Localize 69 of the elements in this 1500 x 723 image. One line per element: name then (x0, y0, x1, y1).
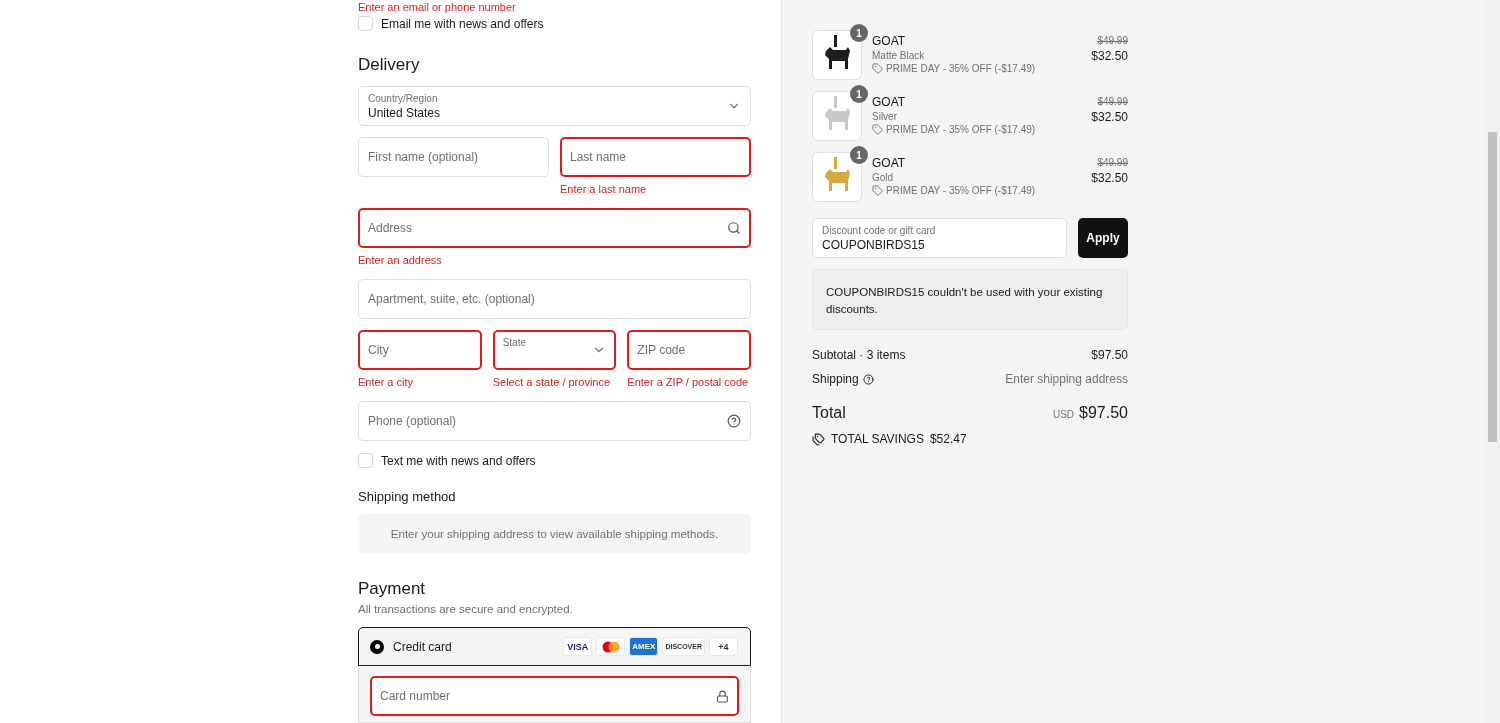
checkbox[interactable] (358, 453, 373, 468)
checkbox-label: Text me with news and offers (381, 453, 536, 468)
quantity-badge: 1 (850, 146, 868, 164)
input-field[interactable]: Phone (optional) (358, 401, 751, 441)
tag-icon (872, 124, 883, 135)
discount-label: PRIME DAY - 35% OFF (-$17.49) (886, 63, 1036, 74)
input-field[interactable]: Discount code or gift card COUPONBIRDS15 (812, 218, 1067, 258)
product-variant: Matte Black (872, 50, 926, 61)
input-field[interactable]: First name (optional) (358, 137, 549, 177)
lock-icon (716, 689, 729, 703)
tag-icon (872, 63, 883, 74)
checkbox-label: Email me with news and offers (381, 16, 544, 31)
product-variant: Silver (872, 111, 898, 122)
select-field[interactable]: Country/Region United States (358, 86, 751, 126)
product-name: GOAT (872, 34, 907, 48)
section-heading: Shipping method (358, 489, 457, 504)
shipping-label: Shipping (812, 372, 859, 386)
help-icon[interactable] (727, 414, 741, 428)
product-name: GOAT (872, 156, 907, 170)
card-brand-logo: AMEX (629, 637, 659, 657)
total-value: $97.50 (1079, 404, 1128, 422)
quantity-badge: 1 (850, 24, 868, 42)
input-field[interactable]: City (358, 330, 482, 370)
help-icon[interactable] (862, 373, 874, 385)
price: $32.50 (1091, 110, 1128, 124)
shipping-value: Enter shipping address (1005, 372, 1128, 386)
currency-code: USD (1052, 409, 1075, 420)
product-name: GOAT (872, 95, 907, 109)
apply-button[interactable]: Apply (1078, 218, 1128, 258)
input-field[interactable]: Card number (370, 676, 739, 716)
input-field[interactable]: Last name (560, 137, 751, 177)
quantity-badge: 1 (850, 85, 868, 103)
discount-label: PRIME DAY - 35% OFF (-$17.49) (886, 124, 1036, 135)
subtotal-label: Subtotal · 3 items (812, 348, 906, 362)
price: $32.50 (1091, 49, 1128, 63)
input-field[interactable]: Apartment, suite, etc. (optional) (358, 279, 751, 319)
error-message: Enter a ZIP / postal code (627, 375, 750, 390)
radio-button[interactable] (370, 639, 384, 654)
input-field[interactable]: ZIP code (627, 330, 751, 370)
total-label: Total (812, 404, 846, 422)
error-message: Enter an address (358, 253, 443, 268)
error-message: Enter a city (358, 375, 415, 390)
price: $32.50 (1091, 171, 1128, 185)
discount-label: PRIME DAY - 35% OFF (-$17.49) (886, 185, 1036, 196)
card-brand-logo: VISA (563, 637, 593, 657)
original-price: $49.99 (1097, 35, 1128, 46)
savings-label: TOTAL SAVINGS (831, 432, 924, 446)
card-brand-logo (596, 637, 626, 657)
tag-icon (872, 185, 883, 196)
original-price: $49.99 (1097, 96, 1128, 107)
input-field[interactable]: Address (358, 208, 751, 248)
payment-subtitle: All transactions are secure and encrypted. (358, 603, 574, 616)
section-heading: Payment (358, 579, 427, 600)
search-icon (727, 221, 741, 235)
subtotal-value: $97.50 (1091, 348, 1128, 362)
discount-notice: COUPONBIRDS15 couldn't be used with your existing discounts. (812, 269, 1128, 330)
error-message: Enter a last name (560, 182, 648, 197)
tags-icon (812, 432, 825, 446)
scrollbar-thumb[interactable] (1488, 132, 1497, 442)
error-message: Enter an email or phone number (358, 0, 517, 15)
error-message: Select a state / province (492, 375, 612, 390)
select-field[interactable]: State (492, 330, 617, 370)
checkbox[interactable] (358, 16, 373, 31)
section-heading: Delivery (358, 55, 421, 75)
shipping-notice: Enter your shipping address to view available shipping methods. (358, 514, 751, 555)
product-variant: Gold (872, 172, 895, 183)
card-brand-logo: +4 (709, 637, 738, 657)
original-price: $49.99 (1097, 157, 1128, 168)
savings-value: $52.47 (929, 432, 967, 446)
